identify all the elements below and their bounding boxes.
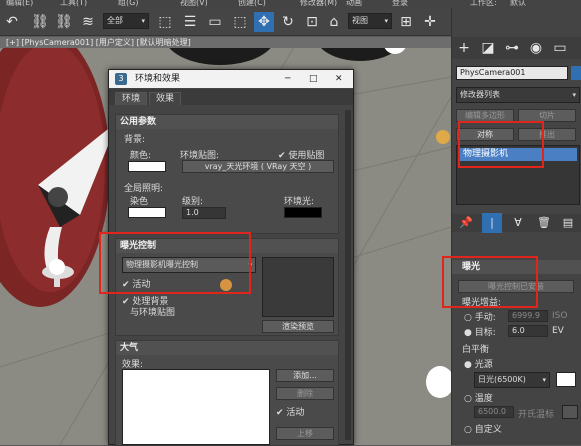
menu-animation[interactable]: 动画 (346, 0, 362, 8)
color-label: 颜色: (130, 151, 152, 161)
kelvin-label: 开氏温标 (518, 410, 555, 420)
modify-tab-icon[interactable]: ◪ (478, 38, 498, 58)
remove-modifier-icon[interactable]: 🗑 (534, 213, 554, 233)
configure-sets-icon[interactable]: ▤ (558, 213, 578, 233)
delete-effect-button[interactable]: 删除 (276, 387, 334, 400)
menu-views[interactable]: 视图(V) (180, 0, 208, 8)
manual-radio[interactable]: ○ 手动: (464, 310, 496, 323)
temperature-color-swatch[interactable] (562, 405, 578, 419)
undo-icon[interactable]: ↶ (2, 12, 22, 32)
target-radio[interactable]: ● 目标: (464, 325, 496, 338)
menu-group[interactable]: 组(G) (118, 0, 138, 8)
object-color-swatch[interactable] (571, 66, 581, 80)
link-icon[interactable]: ⛓ (30, 12, 50, 32)
white-balance-label: 白平衡 (462, 345, 490, 355)
with-env-map-label: 与环境贴图 (130, 308, 176, 318)
ambient-label: 环境光: (284, 197, 315, 207)
minimize-icon[interactable]: ─ (285, 70, 290, 88)
select-by-name-icon[interactable]: ☰ (180, 12, 200, 32)
exposure-gain-label: 曝光增益: (462, 298, 502, 308)
menu-tools[interactable]: 工具(T) (60, 0, 87, 8)
tint-label: 染色 (130, 197, 149, 207)
menu-bar: 编辑(E) 工具(T) 组(G) 视图(V) 创建(C) 修改器(M) 动画 登… (0, 0, 581, 8)
menu-modifiers[interactable]: 修改器(M) (300, 0, 337, 8)
menu-edit[interactable]: 编辑(E) (6, 0, 33, 8)
move-icon[interactable]: ✥ (254, 12, 274, 32)
temperature-radio[interactable]: ○ 温度 (464, 391, 493, 404)
custom-radio[interactable]: ○ 自定义 (464, 422, 502, 435)
main-toolbar: ↶ ⛓ ⛓ ≋ 全部 ▾ ⬚ ☰ ▭ ⬚ ✥ ↻ ⊡ ⌂ 视图 ▾ ⊞ ✛ (0, 8, 451, 36)
common-parameters-rollout: 公用参数 背景: 颜色: 环境贴图: ✔ 使用贴图 vray_天光环境 ( VR… (115, 114, 339, 234)
select-manipulate-icon[interactable]: ✛ (420, 12, 440, 32)
viewport-label[interactable]: [+] [PhysCamera001] [用户定义] [默认明暗处理] (0, 37, 451, 48)
ambient-color-swatch[interactable] (284, 207, 322, 218)
background-label: 背景: (124, 135, 146, 145)
illuminant-radio[interactable]: ● 光源 (464, 357, 493, 370)
pivot-icon[interactable]: ⊞ (396, 12, 416, 32)
rollout-header-common[interactable]: 公用参数 (116, 115, 338, 129)
rotate-icon[interactable]: ↻ (278, 12, 298, 32)
stack-toolbar: 📌 | ∀ 🗑 ▤ (452, 213, 581, 233)
illuminant-color-swatch[interactable] (556, 372, 576, 387)
dialog-title: 环境和效果 (135, 74, 181, 84)
tint-color-swatch[interactable] (128, 207, 166, 218)
target-ev-spinner[interactable]: 6.0 (508, 325, 548, 337)
environment-effects-dialog: 3 环境和效果 ─ □ ✕ 环境 效果 公用参数 背景: 颜色: 环境贴图: ✔… (99, 69, 354, 446)
command-panel: + ◪ ⊶ ◉ ▭ PhysCamera001 修改器列表 ▾ 编辑多边形 切片 … (442, 8, 581, 445)
temperature-spinner[interactable]: 6500.0 (474, 406, 514, 418)
menu-create[interactable]: 创建(C) (238, 0, 266, 8)
scale-icon[interactable]: ⊡ (302, 12, 322, 32)
highlight-box-exposure (99, 232, 251, 294)
display-tab-icon[interactable]: ▭ (550, 38, 570, 58)
menu-workspace: 工作区: (470, 0, 497, 7)
unlink-icon[interactable]: ⛓ (54, 12, 74, 32)
select-object-icon[interactable]: ⬚ (155, 12, 175, 32)
level-spinner[interactable]: 1.0 (182, 207, 226, 219)
make-unique-icon[interactable]: ∀ (508, 213, 528, 233)
placement-icon[interactable]: ⌂ (324, 12, 344, 32)
close-icon[interactable]: ✕ (335, 70, 343, 88)
menu-login[interactable]: 登录 (392, 0, 408, 8)
command-panel-tabs: + ◪ ⊶ ◉ ▭ (452, 37, 581, 59)
effect-active-checkbox[interactable]: ✔ 活动 (276, 405, 304, 418)
illuminant-dropdown[interactable]: 日光(6500K) ▾ (474, 372, 550, 388)
env-map-button[interactable]: vray_天光环境 ( VRay 天空 ) (182, 160, 334, 173)
iso-label: ISO (552, 311, 568, 321)
bind-spacewarp-icon[interactable]: ≋ (78, 12, 98, 32)
add-effect-button[interactable]: 添加... (276, 369, 334, 382)
manual-iso-spinner[interactable]: 6999.9 (508, 310, 548, 322)
menu-workspace-default[interactable]: 默认 (510, 0, 526, 8)
global-lighting-label: 全局照明: (124, 184, 164, 194)
background-color-swatch[interactable] (128, 161, 166, 172)
move-up-button[interactable]: 上移 (276, 427, 334, 440)
object-name-field[interactable]: PhysCamera001 (456, 66, 568, 80)
show-end-result-icon[interactable]: | (482, 213, 502, 233)
rollout-header-atmosphere[interactable]: 大气 (116, 341, 338, 355)
selection-filter-dropdown[interactable]: 全部 ▾ (103, 13, 149, 29)
render-preview-button[interactable]: 渲染预览 (262, 320, 334, 333)
pin-stack-icon[interactable]: 📌 (456, 213, 476, 233)
effects-list[interactable] (122, 369, 270, 445)
tab-environment[interactable]: 环境 (115, 92, 148, 105)
highlight-box-stack (458, 121, 544, 168)
tab-effects[interactable]: 效果 (149, 92, 182, 105)
hierarchy-tab-icon[interactable]: ⊶ (502, 38, 522, 58)
dialog-titlebar[interactable]: 3 环境和效果 ─ □ ✕ (109, 70, 353, 88)
exposure-preview-area (262, 257, 334, 317)
level-label: 级别: (182, 197, 204, 207)
ev-label: EV (552, 326, 564, 336)
dialog-tabs: 环境 效果 (109, 89, 353, 105)
dialog-scrollbar[interactable] (345, 110, 351, 440)
app-icon: 3 (115, 73, 127, 85)
atmosphere-rollout: 大气 效果: 添加... 删除 ✔ 活动 上移 (115, 340, 339, 446)
window-crossing-icon[interactable]: ⬚ (230, 12, 250, 32)
create-tab-icon[interactable]: + (454, 38, 474, 58)
modifier-list-dropdown[interactable]: 修改器列表 ▾ (456, 87, 580, 103)
motion-tab-icon[interactable]: ◉ (526, 38, 546, 58)
rect-region-icon[interactable]: ▭ (205, 12, 225, 32)
reference-coord-dropdown[interactable]: 视图 ▾ (348, 13, 392, 29)
maximize-icon[interactable]: □ (309, 70, 318, 88)
